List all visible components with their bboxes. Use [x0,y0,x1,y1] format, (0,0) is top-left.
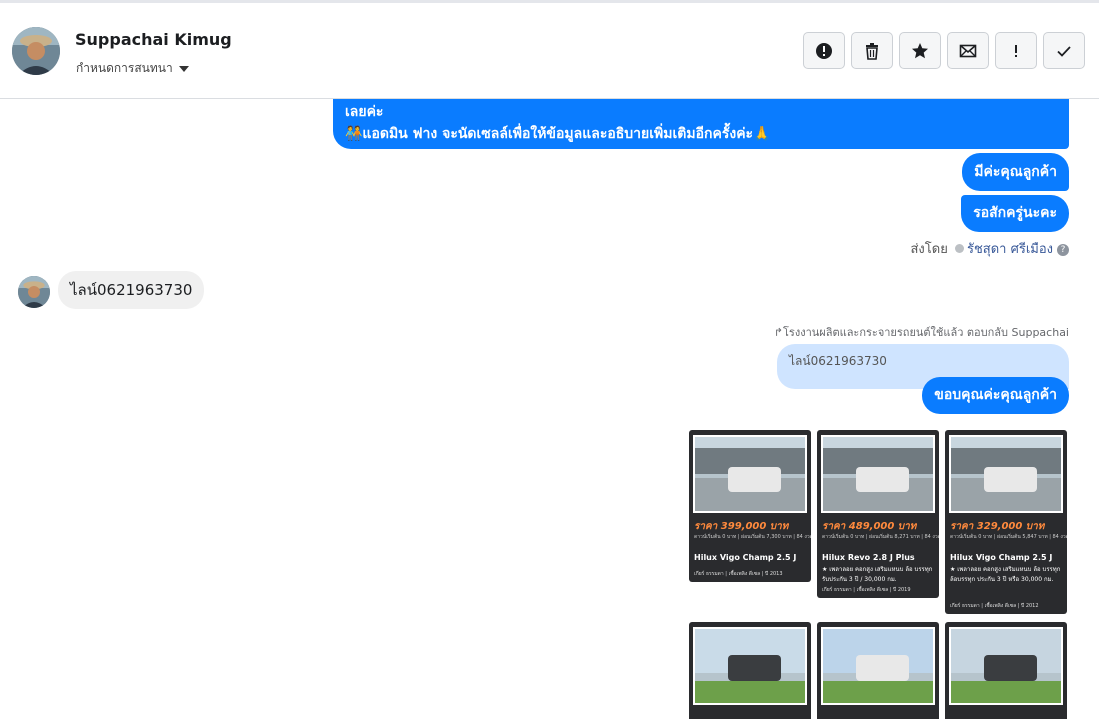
listing-model: Hilux Vigo Champ 2.5 J [950,553,1053,562]
caret-down-icon [178,65,189,72]
listing-specs: เกียร์ ธรรมดา | เชื้อเพลิง ดีเซล | ปี 20… [694,571,783,577]
listing-finance-info: ดาวน์เริ่มต้น 0 บาท | ผ่อนเริ่มต้น 7,300… [694,534,811,540]
listing-description: ★ เพลาลอย คอกสูง เสริมแหนบ ล้อ บรรทุก ล้… [950,566,1061,583]
listing-price: ราคา 329,000 บาท [950,521,1045,532]
outgoing-message: มีค่ะคุณลูกค้า [962,153,1069,191]
star-icon [912,42,928,58]
car-photo [821,435,935,513]
envelope-icon [959,44,977,57]
listing-model: Hilux Vigo Champ 2.5 J [694,553,797,562]
delete-button[interactable] [851,32,893,69]
message-line: 🧑‍🤝‍🧑แอดมิน ฟาง จะนัดเซลล์เพื่อให้ข้อมูล… [345,126,771,142]
listing-description: ★ เพลาลอย คอกสูง เสริมแหนบ ล้อ บรรทุก รั… [822,566,933,583]
assign-conversation-dropdown[interactable]: กำหนดการสนทนา [76,59,189,78]
mark-spam-button[interactable] [803,32,845,69]
reply-context-label: ↱โรงงานผลิตและกระจายรถยนต์ใช้แล้ว ตอบกลั… [773,326,1069,339]
sent-by-label: ส่งโดย รัชสุดา ศรีเมือง? [910,238,1069,259]
conversation-header: Suppachai Kimug กำหนดการสนทนา [0,3,1099,99]
agent-avatar-icon [954,244,964,253]
check-icon [1057,45,1071,57]
car-photo [949,435,1063,513]
agent-name-link[interactable]: รัชสุดา ศรีเมือง [967,242,1053,257]
car-listing-image[interactable] [945,622,1067,719]
message-line: เลยค่ะ [345,104,384,120]
car-listing-image[interactable]: ราคา 399,000 บาท ดาวน์เริ่มต้น 0 บาท | ผ… [689,430,811,582]
mark-done-button[interactable] [1043,32,1085,69]
sender-avatar[interactable] [18,276,50,308]
outgoing-message: เลยค่ะ 🧑‍🤝‍🧑แอดมิน ฟาง จะนัดเซลล์เพื่อให… [333,99,1069,149]
person-avatar-icon [18,276,50,308]
car-listing-image[interactable]: ราคา 489,000 บาท ดาวน์เริ่มต้น 0 บาท | ผ… [817,430,939,598]
car-listing-image[interactable] [689,622,811,719]
help-icon[interactable]: ? [1057,243,1069,256]
listing-finance-info: ดาวน์เริ่มต้น 0 บาท | ผ่อนเริ่มต้น 8,271… [822,534,939,540]
listing-price: ราคา 399,000 บาท [694,521,789,532]
conversation-toolbar [803,32,1085,69]
outgoing-message: ขอบคุณค่ะคุณลูกค้า [922,377,1069,414]
car-photo [693,435,807,513]
car-listing-image[interactable] [817,622,939,719]
message-thread[interactable]: เลยค่ะ 🧑‍🤝‍🧑แอดมิน ฟาง จะนัดเซลล์เพื่อให… [0,99,1099,719]
assign-label: กำหนดการสนทนา [76,61,173,75]
listing-model: Hilux Revo 2.8 J Plus [822,553,915,562]
car-photo [949,627,1063,705]
listing-price: ราคา 489,000 บาท [822,521,917,532]
listing-specs: เกียร์ ธรรมดา | เชื้อเพลิง ดีเซล | ปี 20… [822,587,911,593]
follow-up-button[interactable] [995,32,1037,69]
trash-icon [866,42,878,60]
contact-name: Suppachai Kimug [75,30,232,49]
listing-finance-info: ดาวน์เริ่มต้น 0 บาท | ผ่อนเริ่มต้น 5,847… [950,534,1067,540]
sent-by-prefix: ส่งโดย [910,242,948,257]
star-button[interactable] [899,32,941,69]
car-photo [821,627,935,705]
exclamation-icon [1015,44,1017,57]
car-photo [693,627,807,705]
car-listing-image[interactable]: ราคา 329,000 บาท ดาวน์เริ่มต้น 0 บาท | ผ… [945,430,1067,614]
listing-specs: เกียร์ ธรรมดา | เชื้อเพลิง ดีเซล | ปี 20… [950,603,1039,609]
mark-unread-button[interactable] [947,32,989,69]
outgoing-message: รอสักครู่นะคะ [961,195,1069,232]
alert-circle-icon [816,42,832,59]
person-avatar-icon [12,27,60,75]
incoming-message: ไลน์0621963730 [58,271,205,309]
avatar[interactable] [12,27,60,75]
